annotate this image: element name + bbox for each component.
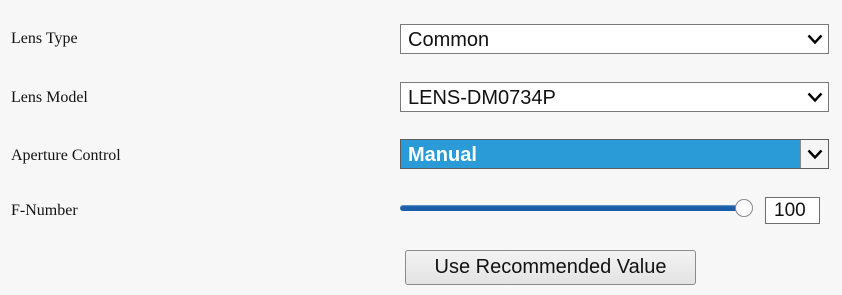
lens-type-label: Lens Type (11, 30, 78, 47)
aperture-control-value: Manual (408, 144, 477, 166)
slider-fill (400, 205, 744, 211)
slider-knob[interactable] (735, 199, 753, 217)
chevron-down-icon (807, 34, 823, 45)
aperture-control-label: Aperture Control (11, 147, 121, 164)
f-number-slider[interactable] (400, 199, 753, 217)
lens-model-select[interactable]: LENS-DM0734P (400, 82, 829, 112)
aperture-dropdown-toggle[interactable] (800, 140, 828, 168)
f-number-input[interactable]: 100 (765, 197, 820, 224)
f-number-label: F-Number (11, 202, 78, 219)
aperture-control-select[interactable]: Manual (400, 139, 829, 169)
lens-model-value: LENS-DM0734P (408, 87, 556, 109)
use-recommended-value-button[interactable]: Use Recommended Value (405, 250, 696, 285)
chevron-down-icon (807, 149, 823, 160)
lens-type-value: Common (408, 29, 490, 51)
lens-type-select[interactable]: Common (400, 24, 829, 54)
chevron-down-icon (807, 92, 823, 103)
lens-model-label: Lens Model (11, 89, 88, 106)
